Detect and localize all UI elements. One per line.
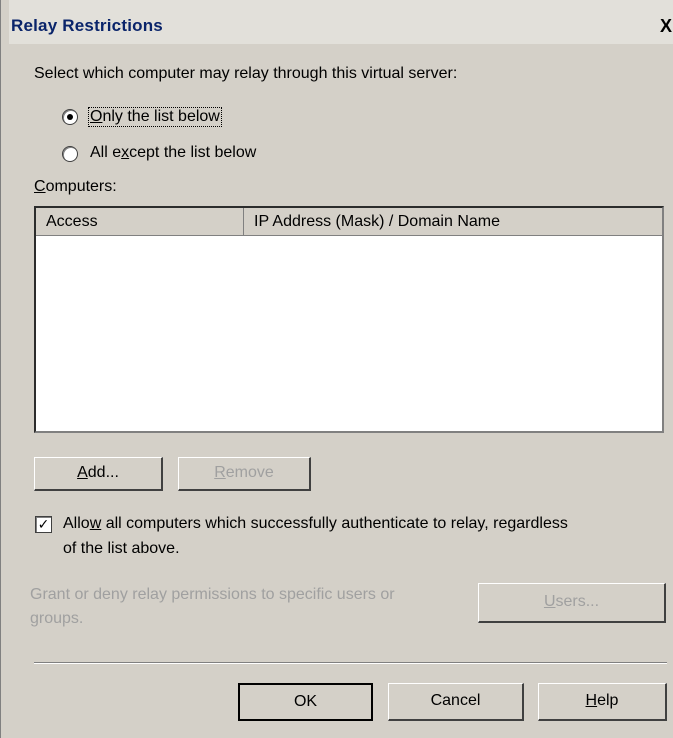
computers-label: Computers: [34,178,117,196]
label-part: emove [225,464,274,481]
label-part: elp [597,692,619,709]
column-header-access[interactable]: Access [36,208,244,235]
label-part: sers... [555,593,600,610]
label-part: all computers which successfully authent… [101,515,568,532]
label-mnemonic: A [77,464,88,481]
dialog-title: Relay Restrictions [11,16,163,35]
label-mnemonic: U [543,593,556,610]
label-mnemonic: C [34,178,46,195]
label-part: nly the list below [102,108,220,125]
label-part: dd... [87,464,119,481]
relay-prompt: Select which computer may relay through … [34,65,458,82]
radio-selected-dot [67,114,73,120]
cancel-button[interactable]: Cancel [388,683,524,721]
radio-button-icon[interactable] [62,146,78,162]
label-part: omputers: [45,178,117,195]
radio-only-list-label[interactable]: Only the list below [88,107,222,127]
column-header-ip-address[interactable]: IP Address (Mask) / Domain Name [244,208,664,235]
allow-authenticated-label-line1[interactable]: Allow all computers which successfully a… [63,515,568,533]
label-part: All e [90,144,122,161]
radio-all-except-label[interactable]: All except the list below [90,144,256,162]
label-mnemonic: R [214,464,226,481]
radio-button-icon[interactable] [62,109,78,125]
checkmark-icon: ✓ [37,516,50,532]
title-bar: Relay Restrictions X [9,0,673,44]
add-button[interactable]: Add... [34,457,163,491]
help-button[interactable]: Help [538,683,667,721]
close-icon[interactable]: X [654,17,673,37]
relay-restrictions-dialog: Relay Restrictions X Select which comput… [0,0,673,738]
list-header: Access IP Address (Mask) / Domain Name [36,208,662,236]
users-button[interactable]: Users... [478,583,666,623]
label-mnemonic: H [585,692,598,709]
allow-authenticated-checkbox[interactable]: ✓ [35,516,52,533]
permissions-text-line2: groups. [30,610,84,627]
permissions-text-line1: Grant or deny relay permissions to speci… [30,586,395,603]
label-mnemonic: x [121,144,130,161]
label-mnemonic: O [90,108,103,125]
separator-line [34,662,667,664]
ok-button[interactable]: OK [238,683,373,721]
label-part: cept the list below [129,144,257,161]
label-mnemonic: w [89,515,102,532]
computers-list[interactable]: Access IP Address (Mask) / Domain Name [34,206,664,433]
label-part: Allo [63,515,90,532]
allow-authenticated-label-line2[interactable]: of the list above. [63,540,180,558]
remove-button[interactable]: Remove [178,457,311,491]
